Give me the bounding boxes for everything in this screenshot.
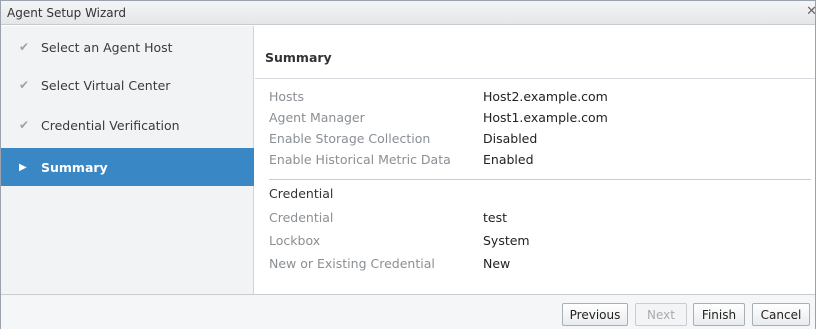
check-icon: ✔ — [19, 118, 30, 132]
step-label: Select Virtual Center — [41, 77, 171, 93]
row-value: Host2.example.com — [483, 89, 608, 104]
row-label: Enable Historical Metric Data — [269, 152, 451, 167]
step-select-agent-host[interactable]: ✔ Select an Agent Host — [1, 28, 254, 66]
row-label: Credential — [269, 210, 334, 225]
cancel-button[interactable]: Cancel — [752, 303, 810, 326]
row-value: test — [483, 210, 508, 225]
summary-row-agent-manager: Agent Manager Host1.example.com — [269, 110, 809, 130]
title-bar: Agent Setup Wizard ✕ — [1, 1, 816, 25]
summary-row-storage-collection: Enable Storage Collection Disabled — [269, 131, 809, 151]
credential-row-credential: Credential test — [269, 210, 809, 230]
credential-row-lockbox: Lockbox System — [269, 233, 809, 253]
row-label: Enable Storage Collection — [269, 131, 431, 146]
panel-heading: Summary — [265, 50, 332, 65]
wizard-steps-sidebar: ✔ Select an Agent Host ✔ Select Virtual … — [1, 26, 254, 294]
row-label: Lockbox — [269, 233, 321, 248]
wizard-footer: Previous Next Finish Cancel — [1, 294, 815, 329]
credential-section-title: Credential — [269, 186, 334, 201]
row-label: Agent Manager — [269, 110, 365, 125]
section-divider — [269, 179, 811, 180]
row-value: Disabled — [483, 131, 538, 146]
window-title: Agent Setup Wizard — [7, 6, 127, 20]
row-label: Hosts — [269, 89, 304, 104]
next-button[interactable]: Next — [635, 303, 687, 326]
row-value: New — [483, 256, 511, 271]
row-value: System — [483, 233, 530, 248]
summary-row-hosts: Hosts Host2.example.com — [269, 89, 809, 109]
row-value: Enabled — [483, 152, 534, 167]
agent-setup-wizard-dialog: Agent Setup Wizard ✕ ✔ Select an Agent H… — [0, 0, 816, 329]
triangle-right-icon: ▶ — [19, 161, 27, 173]
previous-button[interactable]: Previous — [562, 303, 628, 326]
row-value: Host1.example.com — [483, 110, 608, 125]
summary-row-historical-metric-data: Enable Historical Metric Data Enabled — [269, 152, 809, 172]
close-icon[interactable]: ✕ — [806, 4, 816, 19]
divider — [255, 78, 815, 79]
step-summary[interactable]: ▶ Summary — [1, 148, 254, 186]
credential-row-new-or-existing: New or Existing Credential New — [269, 256, 809, 276]
finish-button[interactable]: Finish — [693, 303, 745, 326]
step-select-virtual-center[interactable]: ✔ Select Virtual Center — [1, 66, 254, 104]
check-icon: ✔ — [19, 78, 30, 92]
step-label: Credential Verification — [41, 117, 180, 133]
summary-panel: Summary Hosts Host2.example.com Agent Ma… — [255, 26, 815, 294]
row-label: New or Existing Credential — [269, 256, 435, 271]
step-label: Select an Agent Host — [41, 39, 173, 55]
check-icon: ✔ — [19, 40, 30, 54]
step-credential-verification[interactable]: ✔ Credential Verification — [1, 106, 254, 144]
step-label: Summary — [41, 159, 108, 175]
